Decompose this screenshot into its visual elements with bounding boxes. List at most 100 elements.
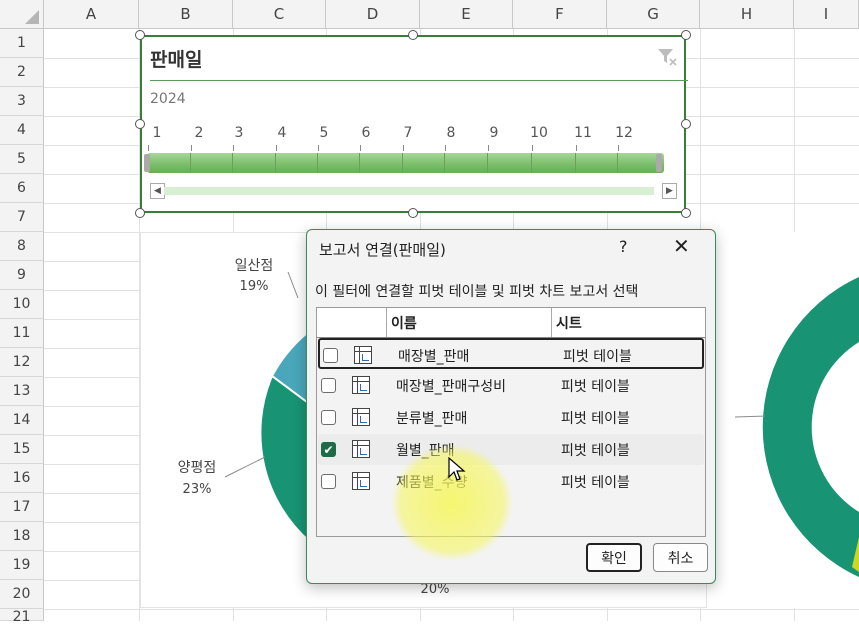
row-header[interactable]: 13: [0, 377, 44, 406]
cancel-button[interactable]: 취소: [653, 543, 708, 572]
report-checkbox[interactable]: [321, 474, 336, 489]
scroll-right-button[interactable]: ▶: [662, 183, 677, 199]
chart-label-yangpyeong: 양평점: [177, 460, 217, 476]
chart-label-ilsan: 일산점: [234, 258, 274, 274]
report-sheet: 피벗 테이블: [561, 475, 630, 491]
row-header[interactable]: 7: [0, 203, 44, 232]
row-header[interactable]: 2: [0, 58, 44, 87]
month-label[interactable]: 12: [612, 125, 636, 141]
timeline-selection-bar[interactable]: [147, 153, 664, 173]
month-tick: [318, 145, 319, 151]
row-header[interactable]: 4: [0, 116, 44, 145]
close-icon[interactable]: ✕: [673, 234, 690, 258]
timeline-end-handle[interactable]: [656, 154, 662, 172]
resize-handle[interactable]: [135, 119, 145, 129]
row-header[interactable]: 19: [0, 551, 44, 580]
row-header[interactable]: 12: [0, 348, 44, 377]
month-label[interactable]: 4: [270, 125, 294, 141]
list-item[interactable]: 분류별_판매 피벗 테이블: [318, 402, 704, 433]
month-label[interactable]: 10: [527, 125, 551, 141]
month-tick: [618, 145, 619, 151]
header-name[interactable]: 이름: [387, 308, 552, 337]
month-label[interactable]: 11: [571, 125, 595, 141]
report-sheet: 피벗 테이블: [561, 379, 630, 395]
list-item[interactable]: 매장별_판매구성비 피벗 테이블: [318, 370, 704, 401]
report-list[interactable]: 이름 시트 매장별_판매 피벗 테이블 매장별_판매구성비 피벗 테이블 분류별…: [316, 307, 706, 537]
column-header-h[interactable]: H: [700, 0, 794, 29]
column-header-d[interactable]: D: [326, 0, 420, 29]
row-header[interactable]: 10: [0, 290, 44, 319]
row-header[interactable]: 16: [0, 464, 44, 493]
row-header[interactable]: 18: [0, 522, 44, 551]
header-checkbox-col: [317, 308, 387, 337]
column-header-i[interactable]: I: [794, 0, 859, 29]
timeline-slicer[interactable]: 판매일 2024 1 2 3 4 5 6 7 8 9 10 11 12 ◀ ▶: [140, 35, 688, 213]
leader-line-right: [734, 415, 766, 418]
resize-handle[interactable]: [408, 208, 418, 218]
dialog-title: 보고서 연결(판매일): [319, 241, 446, 259]
pivot-table-icon: [352, 376, 370, 394]
column-header-b[interactable]: B: [139, 0, 233, 29]
row-header[interactable]: 9: [0, 261, 44, 290]
row-header[interactable]: 15: [0, 435, 44, 464]
column-header-e[interactable]: E: [420, 0, 513, 29]
ok-button[interactable]: 확인: [586, 543, 642, 572]
month-label[interactable]: 2: [187, 125, 211, 141]
row-header[interactable]: 8: [0, 232, 44, 261]
report-checkbox[interactable]: [321, 378, 336, 393]
report-sheet: 피벗 테이블: [561, 443, 630, 459]
month-label[interactable]: 6: [354, 125, 378, 141]
report-name: 분류별_판매: [396, 411, 468, 427]
timeline-scrollbar[interactable]: [164, 187, 654, 195]
column-header-g[interactable]: G: [607, 0, 700, 29]
scroll-left-button[interactable]: ◀: [150, 183, 165, 199]
resize-handle[interactable]: [135, 208, 145, 218]
row-header[interactable]: 6: [0, 174, 44, 203]
resize-handle[interactable]: [681, 208, 691, 218]
row-header[interactable]: 11: [0, 319, 44, 348]
month-label[interactable]: 9: [482, 125, 506, 141]
report-checkbox-checked[interactable]: ✔: [321, 442, 336, 457]
resize-handle[interactable]: [135, 30, 145, 40]
resize-handle[interactable]: [681, 119, 691, 129]
row-header[interactable]: 14: [0, 406, 44, 435]
dialog-description: 이 필터에 연결할 피벗 테이블 및 피벗 차트 보고서 선택: [315, 284, 639, 300]
month-tick: [445, 145, 446, 151]
report-sheet: 피벗 테이블: [563, 349, 632, 365]
row-header[interactable]: 17: [0, 493, 44, 522]
month-tick: [488, 145, 489, 151]
row-header[interactable]: 3: [0, 87, 44, 116]
select-all-corner[interactable]: [0, 0, 44, 29]
report-connections-dialog[interactable]: 보고서 연결(판매일) ? ✕ 이 필터에 연결할 피벗 테이블 및 피벗 차트…: [306, 229, 716, 584]
resize-handle[interactable]: [408, 30, 418, 40]
report-checkbox[interactable]: [321, 410, 336, 425]
month-label[interactable]: 3: [227, 125, 251, 141]
month-label[interactable]: 8: [439, 125, 463, 141]
month-tick: [148, 145, 149, 151]
pivot-table-icon: [352, 408, 370, 426]
column-header-a[interactable]: A: [44, 0, 139, 29]
list-item[interactable]: 제품별_수량 피벗 테이블: [318, 466, 704, 497]
help-button[interactable]: ?: [619, 237, 628, 256]
timeline-start-handle[interactable]: [144, 154, 150, 172]
month-label[interactable]: 7: [396, 125, 420, 141]
header-sheet[interactable]: 시트: [552, 308, 705, 337]
column-header-f[interactable]: F: [513, 0, 607, 29]
month-label[interactable]: 5: [312, 125, 336, 141]
report-checkbox[interactable]: [323, 348, 338, 363]
month-tick: [576, 145, 577, 151]
row-header[interactable]: 1: [0, 29, 44, 58]
list-item[interactable]: 매장별_판매 피벗 테이블: [318, 338, 704, 369]
clear-filter-icon[interactable]: [656, 46, 678, 68]
donut-right[interactable]: [734, 277, 859, 577]
pivot-table-icon: [354, 346, 372, 364]
list-item[interactable]: ✔ 월별_판매 피벗 테이블: [318, 434, 704, 465]
month-label[interactable]: 1: [145, 125, 169, 141]
column-header-c[interactable]: C: [233, 0, 326, 29]
donut-slice-right-green[interactable]: [762, 277, 859, 577]
resize-handle[interactable]: [681, 30, 691, 40]
chart-pct-ilsan: 19%: [239, 279, 269, 294]
row-header[interactable]: 20: [0, 580, 44, 609]
row-header[interactable]: 21: [0, 609, 44, 625]
row-header[interactable]: 5: [0, 145, 44, 174]
